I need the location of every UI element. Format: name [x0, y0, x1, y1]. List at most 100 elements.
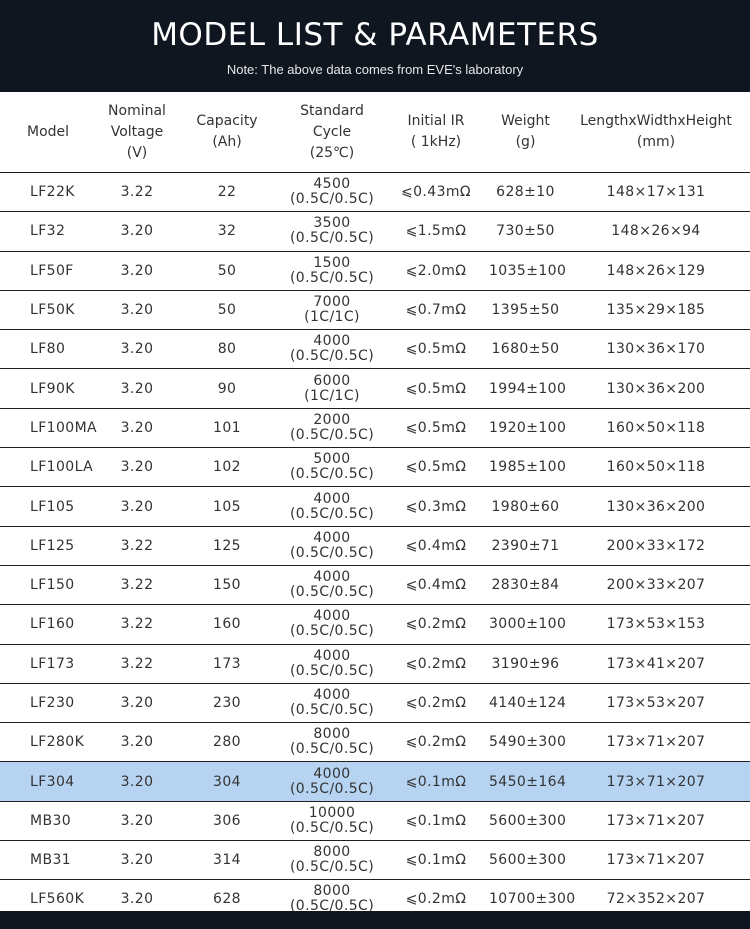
dimensions-cell: 173×71×207: [562, 801, 750, 842]
weight-cell: 2390±71: [489, 526, 562, 566]
model-cell: LF22K: [0, 172, 101, 213]
weight-cell: 1994±100: [489, 368, 566, 409]
initial-ir-cell: ⩽1.5mΩ: [383, 211, 489, 252]
standard-cycle-cell: 4000 (0.5C/0.5C): [281, 565, 383, 606]
standard-cycle-cell: 4000 (0.5C/0.5C): [281, 486, 383, 527]
model-cell: LF50K: [0, 290, 101, 331]
table-row: LF100MA 3.20 101 2000 (0.5C/0.5C) ⩽0.5mΩ 1920…: [0, 408, 750, 449]
nominal-voltage-cell: 3.20: [101, 408, 173, 449]
table-row: LF90K 3.20 90 6000 (1C/1C) ⩽0.5mΩ 1994±100 130…: [0, 368, 750, 409]
weight-cell: 1985±100: [489, 447, 566, 488]
dimensions-cell: 173×53×153: [562, 604, 750, 645]
weight-cell: 1920±100: [489, 408, 566, 449]
nominal-voltage-cell: 3.20: [101, 329, 173, 370]
table-row: LF125 3.22 125 4000 (0.5C/0.5C) ⩽0.4mΩ 2390±7…: [0, 526, 750, 566]
nominal-voltage-cell: 3.20: [101, 840, 173, 881]
standard-cycle-cell: 4500 (0.5C/0.5C): [281, 172, 383, 213]
initial-ir-cell: ⩽0.2mΩ: [383, 604, 489, 645]
table-row: MB30 3.20 306 10000 (0.5C/0.5C) ⩽0.1mΩ 5600±3…: [0, 801, 750, 842]
initial-ir-cell: ⩽0.2mΩ: [383, 644, 489, 684]
model-cell: LF32: [0, 211, 101, 252]
table-row: LF304 3.20 304 4000 (0.5C/0.5C) ⩽0.1mΩ 5450±1…: [0, 761, 750, 802]
initial-ir-cell: ⩽0.4mΩ: [383, 526, 489, 566]
nominal-voltage-cell: 3.22: [101, 644, 173, 684]
table-body: LF22K 3.22 22 4500 (0.5C/0.5C) ⩽0.43mΩ 628±10…: [0, 172, 750, 920]
initial-ir-cell: ⩽0.5mΩ: [383, 447, 489, 488]
model-cell: LF150: [0, 565, 101, 606]
capacity-cell: 280: [173, 722, 281, 763]
nominal-voltage-cell: 3.20: [101, 683, 173, 724]
capacity-cell: 125: [173, 526, 281, 566]
nominal-voltage-cell: 3.22: [101, 565, 173, 606]
weight-cell: 730±50: [489, 211, 562, 252]
weight-cell: 1035±100: [489, 251, 566, 291]
capacity-cell: 173: [173, 644, 281, 684]
page: MODEL LIST & PARAMETERS Note: The above …: [0, 0, 750, 929]
table-row: LF80 3.20 80 4000 (0.5C/0.5C) ⩽0.5mΩ 1680±50 1…: [0, 329, 750, 370]
standard-cycle-cell: 8000 (0.5C/0.5C): [281, 722, 383, 763]
model-cell: LF100MA: [0, 408, 101, 449]
capacity-cell: 160: [173, 604, 281, 645]
model-cell: LF230: [0, 683, 101, 724]
table-row: LF160 3.22 160 4000 (0.5C/0.5C) ⩽0.2mΩ 3000±1…: [0, 604, 750, 645]
dimensions-cell: 173×41×207: [562, 644, 750, 684]
column-header-dimensions: LengthxWidthxHeight (mm): [562, 92, 750, 173]
standard-cycle-cell: 1500 (0.5C/0.5C): [281, 251, 383, 291]
dimensions-cell: 173×71×207: [562, 840, 750, 881]
dimensions-cell: 130×36×200: [562, 368, 750, 409]
table-row: LF32 3.20 32 3500 (0.5C/0.5C) ⩽1.5mΩ 730±50 14…: [0, 211, 750, 252]
weight-cell: 1980±60: [489, 486, 562, 527]
weight-cell: 3000±100: [489, 604, 566, 645]
table-row: LF173 3.22 173 4000 (0.5C/0.5C) ⩽0.2mΩ 3190±9…: [0, 644, 750, 684]
initial-ir-cell: ⩽0.7mΩ: [383, 290, 489, 331]
model-cell: MB31: [0, 840, 101, 881]
weight-cell: 1680±50: [489, 329, 562, 370]
standard-cycle-cell: 4000 (0.5C/0.5C): [281, 604, 383, 645]
initial-ir-cell: ⩽2.0mΩ: [383, 251, 489, 291]
standard-cycle-cell: 3500 (0.5C/0.5C): [281, 211, 383, 252]
column-header-initial-ir: Initial IR ( 1kHz): [383, 92, 489, 173]
standard-cycle-cell: 4000 (0.5C/0.5C): [281, 761, 383, 802]
capacity-cell: 306: [173, 801, 281, 842]
model-cell: LF50F: [0, 251, 101, 291]
initial-ir-cell: ⩽0.2mΩ: [383, 722, 489, 763]
dimensions-cell: 160×50×118: [562, 408, 750, 449]
model-cell: LF90K: [0, 368, 101, 409]
model-cell: LF125: [0, 526, 101, 566]
dimensions-cell: 173×71×207: [562, 761, 750, 802]
capacity-cell: 50: [173, 251, 281, 291]
table-row: MB31 3.20 314 8000 (0.5C/0.5C) ⩽0.1mΩ 5600±30…: [0, 840, 750, 881]
footer-bar: [0, 911, 750, 929]
initial-ir-cell: ⩽0.5mΩ: [383, 368, 489, 409]
nominal-voltage-cell: 3.20: [101, 486, 173, 527]
capacity-cell: 304: [173, 761, 281, 802]
page-title: MODEL LIST & PARAMETERS: [151, 17, 599, 53]
nominal-voltage-cell: 3.20: [101, 368, 173, 409]
capacity-cell: 90: [173, 368, 281, 409]
table-row: LF50F 3.20 50 1500 (0.5C/0.5C) ⩽2.0mΩ 1035±10…: [0, 251, 750, 291]
table-header-row: Model Nominal Voltage (V) Capacity (Ah) …: [0, 92, 750, 173]
model-cell: LF304: [0, 761, 101, 802]
table-container: Model Nominal Voltage (V) Capacity (Ah) …: [0, 92, 750, 920]
dimensions-cell: 173×71×207: [562, 722, 750, 763]
initial-ir-cell: ⩽0.43mΩ: [383, 172, 489, 213]
nominal-voltage-cell: 3.22: [101, 604, 173, 645]
initial-ir-cell: ⩽0.5mΩ: [383, 329, 489, 370]
dimensions-cell: 160×50×118: [562, 447, 750, 488]
column-header-model: Model: [0, 92, 101, 173]
capacity-cell: 102: [173, 447, 281, 488]
standard-cycle-cell: 5000 (0.5C/0.5C): [281, 447, 383, 488]
column-header-capacity: Capacity (Ah): [173, 92, 281, 173]
dimensions-cell: 130×36×200: [562, 486, 750, 527]
nominal-voltage-cell: 3.20: [101, 447, 173, 488]
nominal-voltage-cell: 3.20: [101, 211, 173, 252]
initial-ir-cell: ⩽0.4mΩ: [383, 565, 489, 606]
standard-cycle-cell: 7000 (1C/1C): [281, 290, 383, 331]
initial-ir-cell: ⩽0.1mΩ: [383, 761, 489, 802]
capacity-cell: 314: [173, 840, 281, 881]
table-row: LF230 3.20 230 4000 (0.5C/0.5C) ⩽0.2mΩ 4140±1…: [0, 683, 750, 724]
initial-ir-cell: ⩽0.2mΩ: [383, 683, 489, 724]
initial-ir-cell: ⩽0.1mΩ: [383, 801, 489, 842]
dimensions-cell: 148×26×94: [562, 211, 750, 252]
model-cell: LF280K: [0, 722, 101, 763]
